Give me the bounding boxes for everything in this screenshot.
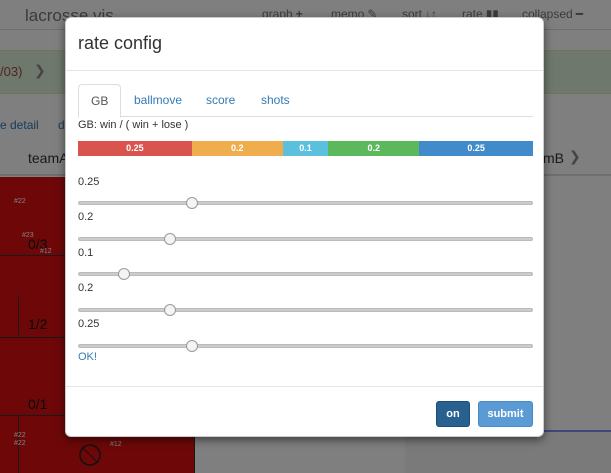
submit-button[interactable]: submit xyxy=(478,401,533,427)
modal-footer: on submit xyxy=(66,386,543,438)
weight-segment: 0.25 xyxy=(78,141,192,156)
tab-bar: GB ballmove score shots xyxy=(78,84,533,118)
slider-track[interactable] xyxy=(78,304,533,316)
ok-link[interactable]: OK! xyxy=(78,351,97,363)
slider-thumb[interactable] xyxy=(163,304,176,316)
formula-text: GB: win / ( win + lose ) xyxy=(78,119,189,131)
rate-config-modal: rate config GB ballmove score shots GB: … xyxy=(65,17,544,437)
modal-header: rate config xyxy=(66,18,543,71)
on-button[interactable]: on xyxy=(436,401,470,427)
tab-gb[interactable]: GB xyxy=(78,84,122,118)
slider-thumb[interactable] xyxy=(163,233,176,245)
weight-segment: 0.25 xyxy=(419,141,533,156)
modal-title: rate config xyxy=(78,33,163,53)
slider-track[interactable] xyxy=(78,340,533,352)
slider-label: 0.1 xyxy=(78,247,94,259)
weight-segment: 0.2 xyxy=(191,141,283,156)
weight-bar: 0.25 0.2 0.1 0.2 0.25 xyxy=(78,141,533,156)
tab-ballmove[interactable]: ballmove xyxy=(122,84,194,117)
slider-thumb[interactable] xyxy=(186,197,199,209)
slider-track[interactable] xyxy=(78,268,533,280)
weight-segment: 0.1 xyxy=(282,141,329,156)
slider-track[interactable] xyxy=(78,233,533,245)
slider-label: 0.2 xyxy=(78,282,94,294)
slider-label: 0.25 xyxy=(78,318,100,330)
slider-label: 0.2 xyxy=(78,211,94,223)
slider-track[interactable] xyxy=(78,197,533,209)
slider-thumb[interactable] xyxy=(118,268,131,280)
slider-label: 0.25 xyxy=(78,176,100,188)
tab-score[interactable]: score xyxy=(194,84,247,117)
slider-thumb[interactable] xyxy=(186,340,199,352)
tab-shots[interactable]: shots xyxy=(249,84,302,117)
weight-segment: 0.2 xyxy=(328,141,420,156)
